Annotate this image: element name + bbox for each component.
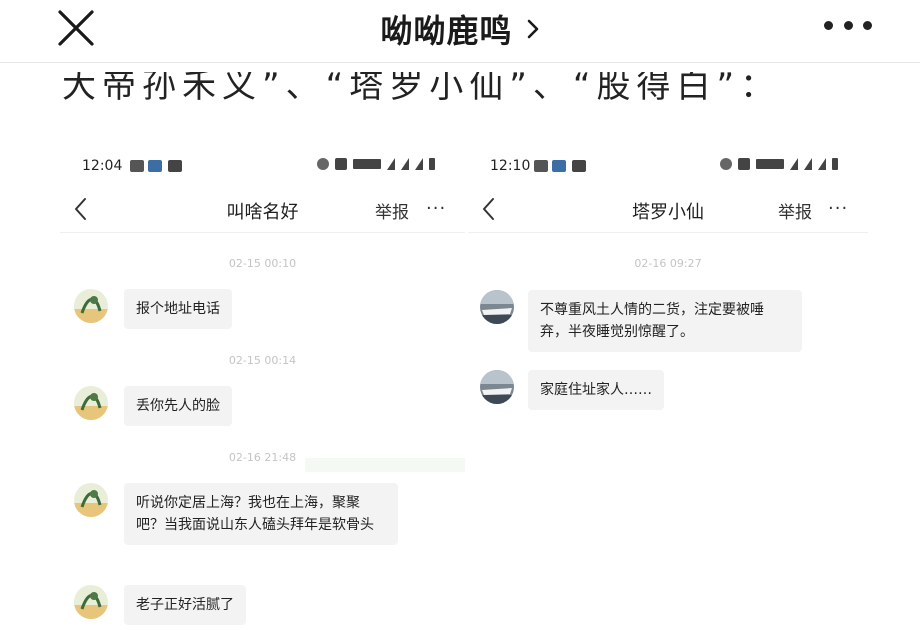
sender-avatar[interactable] xyxy=(74,386,108,420)
status-bar: 12:10 xyxy=(468,154,868,180)
message-timestamp: 02-15 00:10 xyxy=(228,257,297,270)
divider xyxy=(60,232,465,233)
message-bubble: 老子正好活腻了 xyxy=(124,585,246,625)
wifi-icon xyxy=(387,158,395,170)
sender-avatar[interactable] xyxy=(480,290,514,324)
more-dot xyxy=(863,20,872,30)
signal-icon xyxy=(804,158,812,170)
title-wrap[interactable]: 呦呦鹿鸣 xyxy=(0,6,920,52)
wifi-icon xyxy=(790,158,798,170)
status-right-icons xyxy=(317,158,435,170)
more-dots-icon[interactable] xyxy=(824,18,872,32)
battery-icon xyxy=(429,158,435,170)
alarm-icon xyxy=(720,158,732,170)
status-icon xyxy=(130,160,144,172)
chat-nav-bar: 塔罗小仙 举报 ··· xyxy=(468,190,868,230)
message-bubble: 丢你先人的脸 xyxy=(124,386,232,426)
message-bubble: 听说你定居上海？我也在上海，聚聚吧？当我面说山东人磕头拜年是软骨头 xyxy=(124,483,398,545)
chat-more-icon[interactable]: ··· xyxy=(828,198,848,219)
sender-avatar[interactable] xyxy=(480,370,514,404)
volte-icon xyxy=(353,159,381,169)
status-time: 12:10 xyxy=(490,158,531,174)
nfc-icon xyxy=(335,158,347,170)
left-chat-screenshot: 12:04 叫啥名好 举报 ··· 02-15 00:10 报个地址电话 02-… xyxy=(60,140,465,630)
signal-icon xyxy=(415,158,423,170)
status-icon xyxy=(168,160,182,172)
status-icon xyxy=(572,160,586,172)
alarm-icon xyxy=(317,158,329,170)
sender-avatar[interactable] xyxy=(74,289,108,323)
more-dot xyxy=(824,20,833,30)
chevron-right-icon[interactable] xyxy=(526,18,540,40)
photo-glare xyxy=(305,458,465,472)
message-timestamp: 02-15 00:14 xyxy=(228,354,297,367)
top-bar: 呦呦鹿鸣 xyxy=(0,0,920,63)
status-bar: 12:04 xyxy=(60,154,465,180)
message-bubble: 家庭住址家人…… xyxy=(528,370,664,410)
report-button[interactable]: 举报 xyxy=(375,198,409,223)
more-dot xyxy=(843,20,853,30)
message-timestamp: 02-16 09:27 xyxy=(634,257,702,270)
chat-nav-bar: 叫啥名好 举报 ··· xyxy=(60,190,465,230)
volte-icon xyxy=(756,159,784,169)
battery-icon xyxy=(832,158,838,170)
report-button[interactable]: 举报 xyxy=(778,198,812,223)
divider xyxy=(468,232,868,233)
right-chat-screenshot: 12:10 塔罗小仙 举报 ··· 02-16 09:27 不尊重风土人情的二货… xyxy=(468,140,868,630)
message-bubble: 报个地址电话 xyxy=(124,289,232,329)
status-icon xyxy=(534,160,548,172)
status-icon xyxy=(148,160,162,172)
status-right-icons xyxy=(720,158,838,170)
page-title[interactable]: 呦呦鹿鸣 xyxy=(380,12,512,50)
status-time: 12:04 xyxy=(82,158,123,174)
sender-avatar[interactable] xyxy=(74,585,108,619)
sender-avatar[interactable] xyxy=(74,483,108,517)
nfc-icon xyxy=(738,158,750,170)
message-bubble: 不尊重风土人情的二货，注定要被唾弃，半夜睡觉别惊醒了。 xyxy=(528,290,802,352)
signal-icon xyxy=(818,158,826,170)
chat-more-icon[interactable]: ··· xyxy=(426,198,446,219)
signal-icon xyxy=(401,158,409,170)
article-partial-line: 大帝孙禾义”、“塔罗小仙”、“股得白”： xyxy=(62,66,781,106)
status-icon xyxy=(552,160,566,172)
